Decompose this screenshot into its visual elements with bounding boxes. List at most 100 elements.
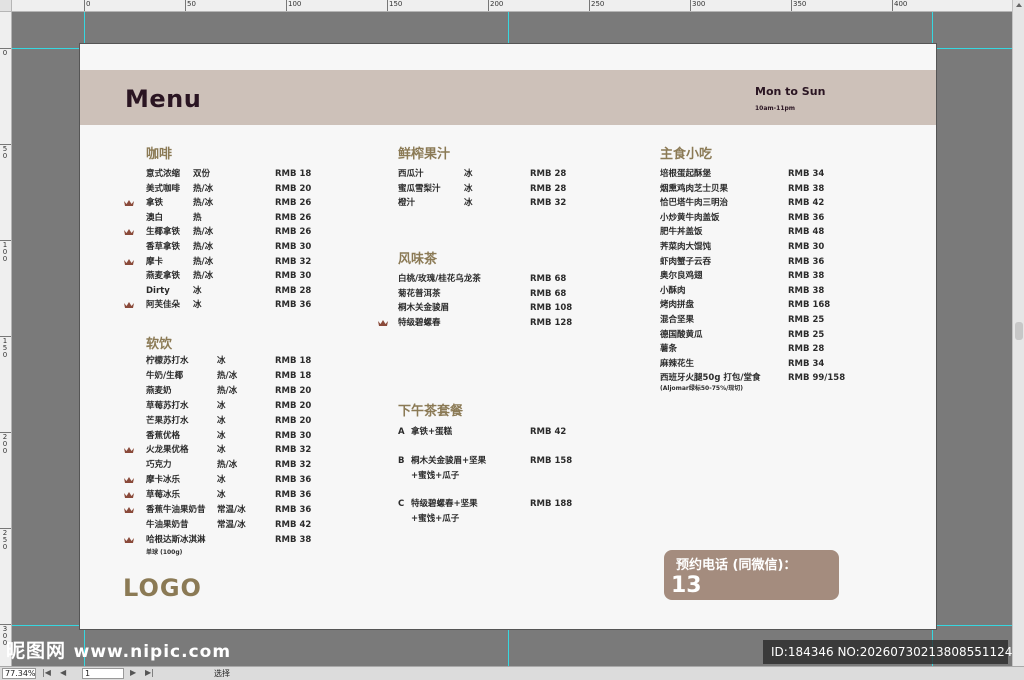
crown-icon (124, 200, 134, 207)
menu-item-price: RMB 20 (275, 400, 312, 411)
menu-item-option: 冰 (217, 475, 226, 486)
menu-item-option: 热 (193, 212, 202, 223)
ruler-label: 300 (692, 0, 706, 8)
menu-item-name: 牛奶/生椰 (146, 370, 184, 381)
ruler-origin-corner[interactable] (0, 0, 12, 12)
menu-item-name: 小酥肉 (660, 285, 686, 296)
ruler-tick (286, 0, 287, 11)
logo-placeholder: LOGO (123, 574, 202, 602)
menu-item-price: RMB 99/158 (788, 373, 846, 384)
menu-item-price: RMB 26 (275, 212, 312, 223)
set-letter: A (398, 427, 405, 437)
set-contents: 拿铁+蛋糕 (411, 427, 453, 437)
ruler-label: 0 (86, 0, 91, 8)
watermark-brand: 昵图网 www.nipic.com (6, 636, 231, 663)
page-number-field[interactable]: 1 (82, 668, 124, 679)
ruler-tick (791, 0, 792, 11)
ruler-label: 50 (187, 0, 196, 8)
ruler-label: 150 (389, 0, 403, 8)
menu-item-name: 燕麦拿铁 (146, 271, 181, 282)
menu-item-option: 热/冰 (193, 242, 214, 252)
crown-icon (124, 302, 134, 309)
current-tool-label: 选择 (214, 669, 230, 678)
section-heading-coffee: 咖啡 (146, 147, 173, 162)
ruler-tick (0, 144, 11, 145)
ruler-tick (690, 0, 691, 11)
menu-item-option: 热/冰 (193, 227, 214, 238)
menu-item-option: 冰 (193, 300, 202, 311)
crown-icon (124, 229, 134, 236)
menu-item-price: RMB 42 (275, 519, 312, 530)
scrollbar-thumb[interactable] (1015, 322, 1023, 340)
ruler-label: 100 (2, 241, 8, 263)
ruler-tick (0, 240, 11, 241)
menu-item-price: RMB 18 (275, 356, 312, 366)
crown-icon (124, 492, 134, 499)
last-page-icon[interactable]: ▶| (145, 668, 154, 679)
ruler-tick (0, 528, 11, 529)
watermark-brand-name: 昵图网 (6, 640, 67, 662)
menu-item-name: 恰巴塔牛肉三明治 (660, 198, 729, 209)
menu-item-price: RMB 30 (788, 242, 825, 252)
menu-item-name: 蜜瓜雪梨汁 (398, 183, 441, 194)
menu-item-name: 香蕉牛油果奶昔 (146, 505, 206, 515)
ruler-tick (0, 48, 11, 49)
menu-artboard[interactable]: Menu Mon to Sun 10am-11pm 咖啡 意式浓缩 双份 RMB 1… (79, 43, 937, 630)
set-letter: C (398, 499, 405, 509)
crown-icon (378, 319, 388, 326)
ruler-tick (84, 0, 85, 11)
menu-item-option: 冰 (217, 445, 226, 456)
set-price: RMB 42 (530, 427, 567, 437)
menu-item-name: 虾肉蟹子云吞 (660, 256, 712, 267)
vertical-ruler[interactable]: 050100150200250300 (0, 12, 12, 666)
ruler-tick (0, 336, 11, 337)
menu-item-name: 香蕉优格 (146, 430, 181, 441)
ruler-tick (488, 0, 489, 11)
menu-item-option: 常温/冰 (217, 505, 246, 515)
menu-item-option: 热/冰 (193, 198, 214, 209)
menu-item-option: 热/冰 (217, 385, 238, 396)
menu-item-name: 奥尔良鸡翅 (660, 271, 703, 282)
menu-item-option: 双份 (193, 169, 211, 179)
horizontal-ruler[interactable]: 0 50 100 150 200 250 300 350 400 (0, 0, 1012, 12)
status-bar: 77.34% |◀ ◀ 1 ▶ ▶| 选择 (0, 666, 1024, 680)
set-contents: 桐木关金骏眉+坚果 (411, 456, 487, 466)
section-heading-afternoon-tea: 下午茶套餐 (398, 404, 464, 419)
crown-icon (124, 536, 134, 543)
menu-item-option: 常温/冰 (217, 519, 246, 530)
menu-item-option: 热/冰 (193, 271, 214, 282)
menu-item-option: 冰 (217, 415, 226, 426)
menu-item-name: 西瓜汁 (398, 169, 424, 179)
design-app-window: 0 50 100 150 200 250 300 350 400 0 50 100 150 200 250… (0, 0, 1024, 680)
menu-item-name: 巧克力 (146, 460, 172, 471)
vertical-scrollbar[interactable] (1012, 0, 1024, 666)
menu-item-option: 热/冰 (193, 256, 214, 267)
menu-item-price: RMB 28 (788, 344, 825, 355)
menu-item-option: 冰 (217, 430, 226, 441)
menu-item-name: 西班牙火腿50g 打包/堂食 (660, 373, 761, 384)
menu-item-name: 芒果苏打水 (146, 415, 189, 426)
menu-item-option: 热/冰 (217, 370, 238, 381)
menu-item-price: RMB 36 (275, 490, 312, 501)
menu-item-name: 烤肉拼盘 (660, 300, 695, 311)
section-heading-juice: 鲜榨果汁 (398, 147, 451, 162)
menu-item-price: RMB 20 (275, 415, 312, 426)
menu-item-name: 混合坚果 (660, 315, 695, 325)
menu-item-name: 德国酸黄瓜 (660, 329, 703, 340)
ruler-label: 250 (2, 529, 8, 551)
menu-item-price: RMB 42 (788, 198, 825, 209)
menu-item-price: RMB 25 (788, 315, 825, 325)
zoom-level-field[interactable]: 77.34% (2, 668, 36, 679)
menu-item-price: RMB 68 (530, 274, 567, 284)
ruler-tick (0, 624, 11, 625)
ruler-label: 400 (894, 0, 908, 8)
menu-item-price: RMB 128 (530, 317, 573, 328)
first-page-icon[interactable]: |◀ (42, 668, 51, 679)
prev-page-icon[interactable]: ◀ (60, 668, 66, 679)
set-contents: +蜜饯+瓜子 (411, 513, 460, 524)
ruler-label: 350 (793, 0, 807, 8)
menu-item-name: 生椰拿铁 (146, 227, 181, 238)
next-page-icon[interactable]: ▶ (130, 668, 136, 679)
menu-item-name: 桐木关金骏眉 (398, 303, 450, 314)
scroll-up-icon[interactable] (1016, 3, 1022, 7)
